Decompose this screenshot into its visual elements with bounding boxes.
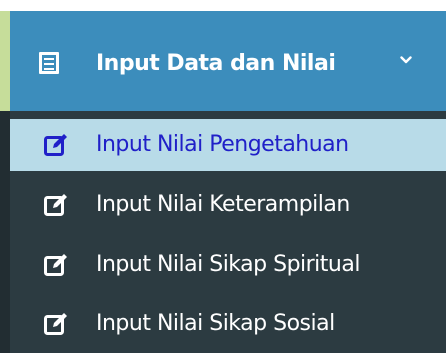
submenu-item-input-nilai-sikap-spiritual[interactable]: Input Nilai Sikap Spiritual <box>10 239 446 291</box>
edit-icon <box>44 194 67 216</box>
chevron-down-icon[interactable] <box>400 54 412 66</box>
menu-header-label: Input Data dan Nilai <box>96 51 336 76</box>
menu-accent-strip <box>0 11 10 111</box>
submenu-item-label: Input Nilai Sikap Sosial <box>96 311 335 336</box>
submenu-item-input-nilai-sikap-sosial[interactable]: Input Nilai Sikap Sosial <box>10 298 446 350</box>
edit-icon <box>44 134 67 156</box>
menu-header-input-data-dan-nilai[interactable]: Input Data dan Nilai <box>10 11 446 111</box>
submenu-list: Input Nilai Pengetahuan Input Nilai Kete… <box>10 111 446 353</box>
sidebar-menu: Input Data dan Nilai Input Nilai Pengeta… <box>0 11 446 353</box>
submenu-item-input-nilai-pengetahuan[interactable]: Input Nilai Pengetahuan <box>10 119 446 171</box>
submenu-item-label: Input Nilai Pengetahuan <box>96 132 349 157</box>
edit-icon <box>44 313 67 335</box>
submenu-item-label: Input Nilai Keterampilan <box>96 192 350 217</box>
screenshot-frame: Input Data dan Nilai Input Nilai Pengeta… <box>0 0 448 353</box>
submenu-item-input-nilai-keterampilan[interactable]: Input Nilai Keterampilan <box>10 179 446 231</box>
submenu-item-label: Input Nilai Sikap Spiritual <box>96 252 360 277</box>
list-alt-icon <box>39 52 59 74</box>
edit-icon <box>44 254 67 276</box>
